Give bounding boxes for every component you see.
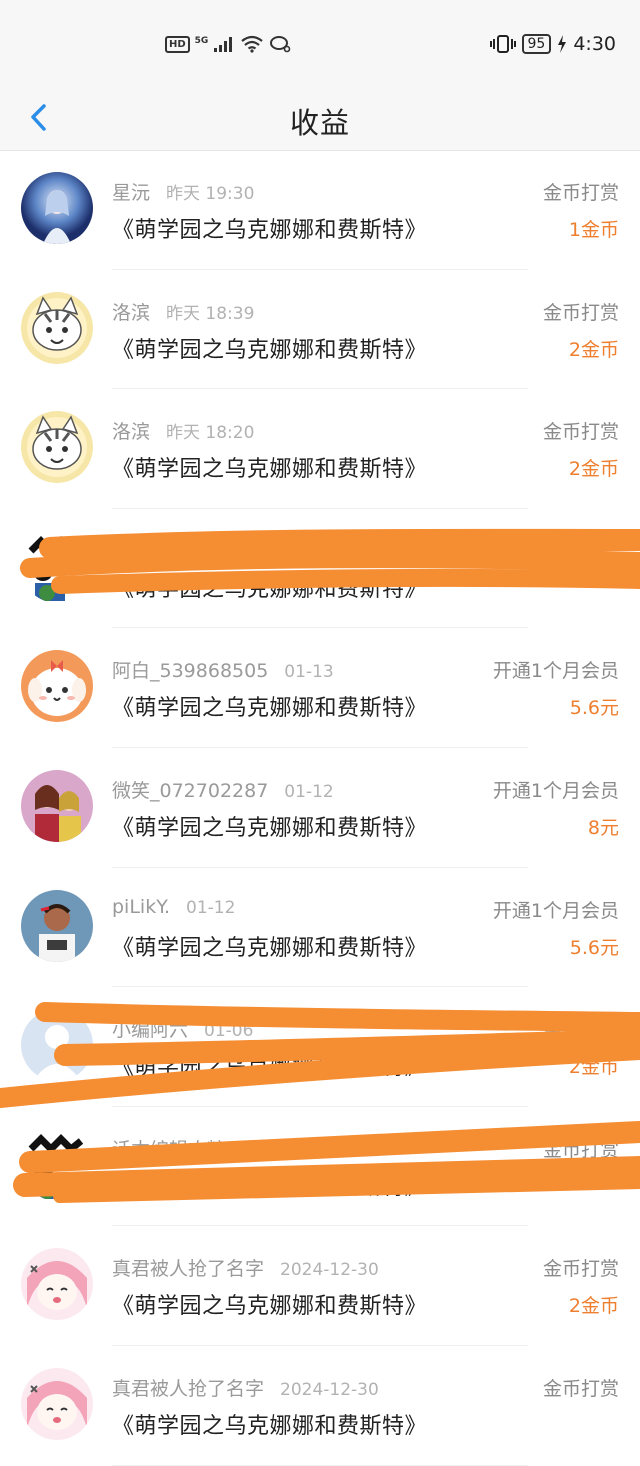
timestamp: 2024-12-30	[280, 1379, 379, 1400]
book-title: 《萌学园之乌克娜娜和费斯特》	[112, 696, 428, 722]
earnings-list: 星沅 昨天 19:30 《萌学园之乌克娜娜和费斯特》 金币打赏 1金币 洛滨 昨天 …	[0, 150, 640, 1466]
hd-badge: HD	[165, 35, 190, 53]
avatar[interactable]	[21, 889, 93, 962]
earning-amount: 2金币	[568, 458, 619, 481]
timestamp: 01-06	[242, 1140, 292, 1161]
avatar[interactable]	[21, 1128, 93, 1201]
username: 话本编辑肉粽 01-06	[112, 1138, 292, 1161]
username: 真君被人抢了名字 2024-12-30	[112, 1258, 379, 1281]
earning-type: 金币打赏	[542, 540, 619, 563]
earning-type: 金币打赏	[542, 1019, 619, 1042]
avatar[interactable]	[21, 172, 93, 244]
avatar[interactable]	[21, 530, 93, 603]
list-item[interactable]: 微笑_072702287 01-12 《萌学园之乌克娜娜和费斯特》 开通1个月会员…	[0, 748, 640, 868]
earning-amount: 2金币	[568, 1056, 619, 1079]
book-title: 《萌学园之乌克娜娜和费斯特》	[112, 1294, 428, 1320]
list-item[interactable]: 话本编辑肉粽 《萌学园之乌克娜娜和费斯特》 金币打赏	[0, 509, 640, 629]
timestamp: 昨天 18:39	[166, 303, 255, 324]
username: 阿白_539868505 01-13	[112, 660, 334, 683]
username: 微笑_072702287 01-12	[112, 779, 334, 802]
earning-type: 开通1个月会员	[492, 899, 619, 922]
earning-amount: 2金币	[568, 1295, 619, 1318]
earning-type: 金币打赏	[542, 301, 619, 324]
divider	[112, 1464, 528, 1466]
list-item[interactable]: 洛滨 昨天 18:39 《萌学园之乌克娜娜和费斯特》 金币打赏 2金币	[0, 270, 640, 390]
signal-icon	[214, 37, 233, 52]
earning-type: 金币打赏	[542, 1377, 619, 1400]
network-label: 5G	[194, 36, 209, 46]
earning-amount: 1金币	[568, 219, 619, 241]
earning-amount: 5.6元	[569, 697, 619, 720]
avatar[interactable]	[21, 291, 93, 364]
earning-amount: 2金币	[568, 338, 619, 361]
timestamp: 01-12	[284, 781, 334, 802]
status-left: HD 5G	[165, 33, 291, 55]
list-item[interactable]: piLikY. 01-12 《萌学园之乌克娜娜和费斯特》 开通1个月会员 5.6元	[0, 868, 640, 988]
list-item[interactable]: 洛滨 昨天 18:20 《萌学园之乌克娜娜和费斯特》 金币打赏 2金币	[0, 389, 640, 509]
username: 洛滨 昨天 18:39	[112, 301, 255, 324]
list-item[interactable]: 星沅 昨天 19:30 《萌学园之乌克娜娜和费斯特》 金币打赏 1金币	[0, 150, 640, 270]
page-title: 收益	[289, 106, 350, 140]
hotspot-icon	[270, 36, 291, 53]
book-title: 《萌学园之乌克娜娜和费斯特》	[112, 1174, 428, 1200]
avatar[interactable]	[21, 1367, 93, 1440]
avatar[interactable]	[21, 411, 93, 484]
timestamp: 01-12	[186, 897, 236, 918]
earning-type: 金币打赏	[542, 1138, 619, 1161]
book-title: 《萌学园之乌克娜娜和费斯特》	[112, 337, 428, 363]
username: piLikY. 01-12	[112, 895, 236, 918]
timestamp: 01-13	[284, 662, 334, 683]
wifi-icon	[241, 35, 264, 53]
timestamp: 昨天 19:30	[166, 184, 255, 204]
username: 星沅 昨天 19:30	[112, 182, 255, 204]
status-bar: HD 5G 95 4:30	[0, 0, 640, 88]
clock: 4:30	[573, 33, 616, 55]
book-title: 《萌学园之乌克娜娜和费斯特》	[112, 218, 428, 243]
username: 话本编辑肉粽	[112, 540, 227, 563]
list-item[interactable]: 小编阿六 01-06 《萌学园之乌克娜娜和费斯特》 金币打赏 2金币	[0, 987, 640, 1107]
avatar[interactable]	[21, 650, 93, 723]
earning-type: 金币打赏	[542, 421, 619, 444]
book-title: 《萌学园之乌克娜娜和费斯特》	[112, 1055, 428, 1081]
avatar[interactable]	[21, 1248, 93, 1321]
book-title: 《萌学园之乌克娜娜和费斯特》	[112, 1413, 428, 1439]
earning-amount: 5.6元	[569, 936, 619, 959]
status-right: 95 4:30	[489, 31, 616, 57]
earning-type: 开通1个月会员	[492, 779, 619, 802]
earning-type: 开通1个月会员	[492, 660, 619, 683]
list-item[interactable]: 话本编辑肉粽 01-06 《萌学园之乌克娜娜和费斯特》 金币打赏	[0, 1107, 640, 1227]
book-title: 《萌学园之乌克娜娜和费斯特》	[112, 576, 428, 602]
username: 真君被人抢了名字 2024-12-30	[112, 1377, 379, 1400]
list-item[interactable]: 真君被人抢了名字 2024-12-30 《萌学园之乌克娜娜和费斯特》 金币打赏 2…	[0, 1226, 640, 1346]
charging-icon	[558, 35, 567, 53]
vibrate-icon	[489, 35, 516, 53]
earning-type: 金币打赏	[542, 182, 619, 204]
username: 洛滨 昨天 18:20	[112, 421, 255, 444]
timestamp: 01-06	[204, 1021, 254, 1042]
earning-amount: 8元	[587, 816, 619, 839]
app-header: 收益	[0, 88, 640, 151]
book-title: 《萌学园之乌克娜娜和费斯特》	[112, 935, 428, 961]
list-item[interactable]: 阿白_539868505 01-13 《萌学园之乌克娜娜和费斯特》 开通1个月会员…	[0, 628, 640, 748]
book-title: 《萌学园之乌克娜娜和费斯特》	[112, 457, 428, 483]
avatar[interactable]	[21, 1009, 93, 1082]
avatar[interactable]	[21, 769, 93, 842]
timestamp: 2024-12-30	[280, 1260, 379, 1281]
list-item[interactable]: 真君被人抢了名字 2024-12-30 《萌学园之乌克娜娜和费斯特》 金币打赏	[0, 1346, 640, 1466]
earning-type: 金币打赏	[542, 1258, 619, 1281]
username: 小编阿六 01-06	[112, 1019, 254, 1042]
book-title: 《萌学园之乌克娜娜和费斯特》	[112, 815, 428, 841]
timestamp: 昨天 18:20	[166, 423, 255, 444]
battery-indicator: 95	[521, 34, 552, 54]
